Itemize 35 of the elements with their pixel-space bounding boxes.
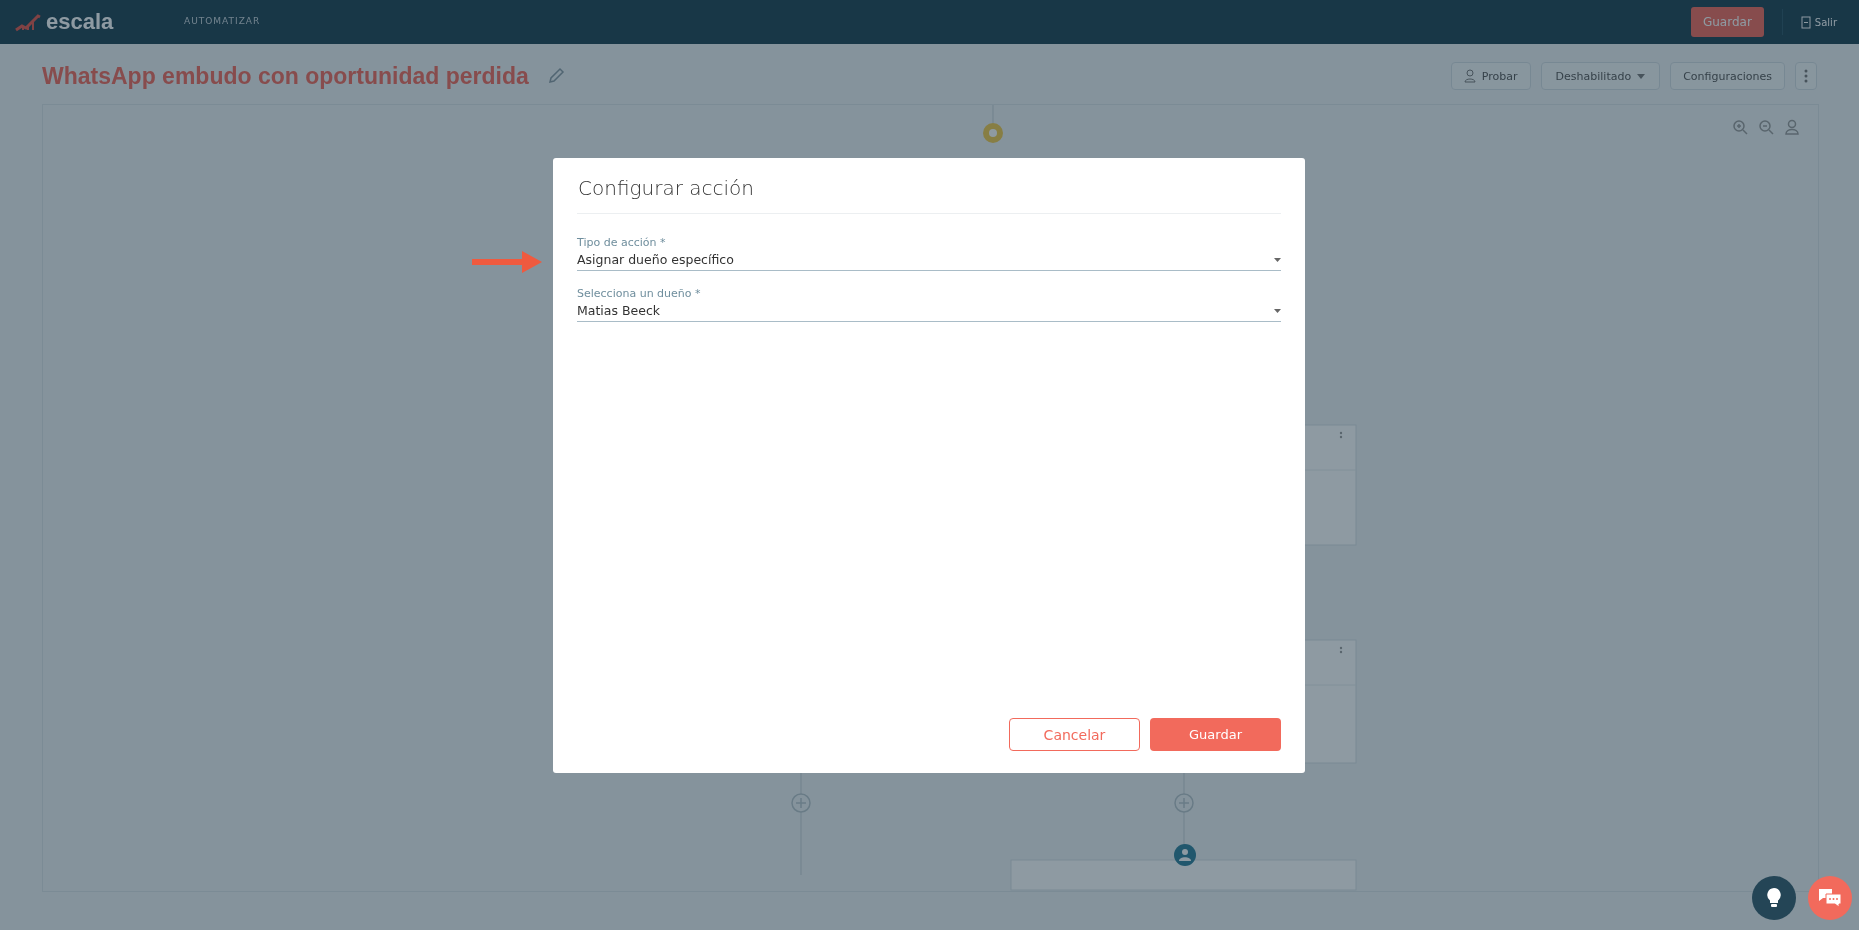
pencil-icon[interactable] xyxy=(546,67,565,85)
select-field[interactable]: Selecciona un dueño * Matias Beeck xyxy=(577,287,1281,322)
lightbulb-icon xyxy=(1766,887,1782,909)
select-field[interactable]: Tipo de acción * Asignar dueño específico xyxy=(577,236,1281,271)
node-card[interactable] xyxy=(1010,859,1357,891)
exit-link[interactable]: Salir xyxy=(1814,16,1837,28)
user-node-icon[interactable] xyxy=(1174,844,1196,866)
user-icon xyxy=(1463,69,1476,83)
add-step-icon[interactable] xyxy=(791,793,811,813)
caret-icon xyxy=(1637,73,1646,79)
cancel-button[interactable]: Cancelar xyxy=(1009,718,1140,751)
dialog-title: Configurar acción xyxy=(577,158,1281,214)
tips-button[interactable] xyxy=(1752,876,1796,920)
chat-button[interactable] xyxy=(1808,876,1852,920)
trigger-node-icon[interactable] xyxy=(983,123,1003,143)
page-title: WhatsApp embudo con oportunidad perdida xyxy=(42,62,529,90)
exit-icon xyxy=(1800,15,1811,29)
caret-icon xyxy=(1274,257,1281,262)
chat-icon xyxy=(1818,888,1842,908)
zoom-out-icon[interactable] xyxy=(1758,119,1774,135)
kebab-icon xyxy=(1804,69,1808,83)
status-dropdown[interactable]: Deshabilitado xyxy=(1540,62,1661,90)
nav-tab[interactable]: AUTOMATIZAR xyxy=(174,12,271,32)
add-step-icon[interactable] xyxy=(1174,793,1194,813)
more-button[interactable] xyxy=(1795,62,1817,90)
logo-icon xyxy=(14,12,42,32)
arrow-icon xyxy=(472,251,542,273)
zoom-in-icon[interactable] xyxy=(1732,119,1748,135)
save-button[interactable]: Guardar xyxy=(1150,718,1281,751)
brand-logo: escala xyxy=(46,9,114,35)
test-button[interactable]: Probar xyxy=(1450,62,1531,90)
caret-icon xyxy=(1274,308,1281,313)
user-icon[interactable] xyxy=(1784,119,1800,135)
settings-button[interactable]: Configuraciones xyxy=(1670,62,1785,90)
save-button[interactable]: Guardar xyxy=(1690,7,1764,37)
